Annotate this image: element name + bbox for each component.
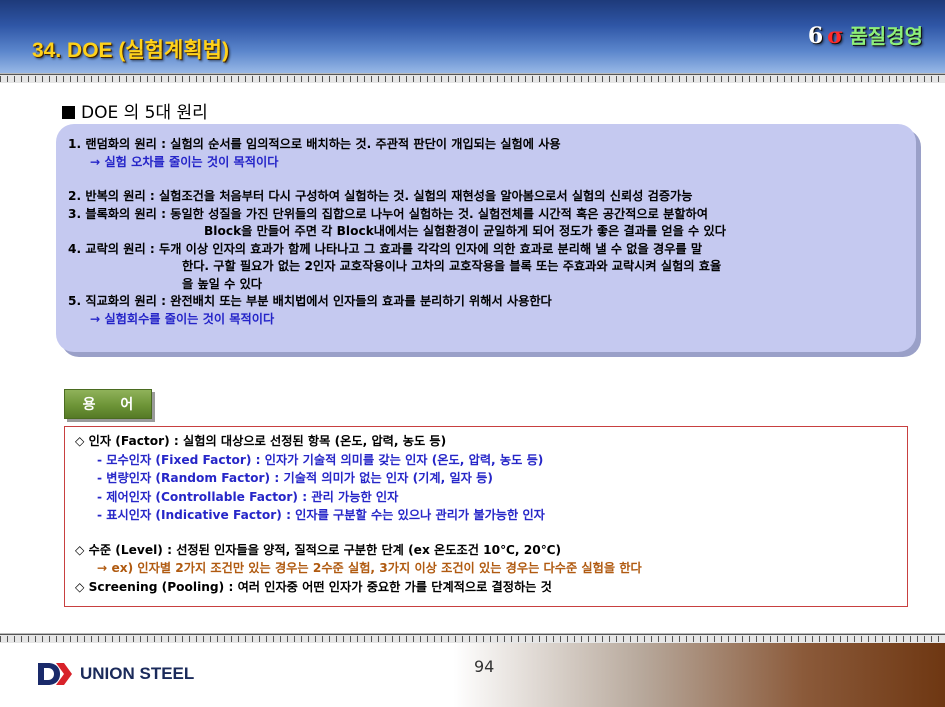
term-indicative-factor: - 표시인자 (Indicative Factor) : 인자를 구분할 수는 … [97,508,545,522]
term-screening: ◇ Screening (Pooling) : 여러 인자중 어떤 인자가 중요… [75,579,552,594]
company-logo: UNION STEEL [36,660,194,688]
brand-number: 6 [807,23,824,49]
principles-box: 1. 랜덤화의 원리 : 실험의 순서를 임의적으로 배치하는 것. 주관적 판… [56,124,916,352]
terms-box: ◇ 인자 (Factor) : 실험의 대상으로 선정된 항목 (온도, 압력,… [64,426,908,607]
brand-text: 품질경영 [849,24,923,48]
company-name: UNION STEEL [80,664,195,683]
brand-sigma: σ [827,23,844,49]
principle-5-note: → 실험회수를 줄이는 것이 목적이다 [90,311,275,326]
section-title-text: DOE 의 5대 원리 [81,103,208,123]
bottom-pattern-strip [0,633,945,643]
principle-5: 5. 직교화의 원리 : 완전배치 또는 부분 배치법에서 인자들의 효과를 분… [68,294,552,308]
principle-3-continued: Block을 만들어 주면 각 Block내에서는 실험환경이 균일하게 되어 … [204,224,726,238]
term-factor: ◇ 인자 (Factor) : 실험의 대상으로 선정된 항목 (온도, 압력,… [75,434,447,448]
principle-4-continued-2: 을 높일 수 있다 [182,276,263,291]
term-fixed-factor: - 모수인자 (Fixed Factor) : 인자가 기술적 의미를 갖는 인… [97,452,544,467]
page-number: 94 [474,657,495,676]
brand-six-sigma: 6 σ 품질경영 [808,20,923,49]
section-title: DOE 의 5대 원리 [62,98,208,123]
term-level: ◇ 수준 (Level) : 선정된 인자들을 양적, 질적으로 구분한 단계 … [75,542,562,557]
principle-1-note: → 실험 오차를 줄이는 것이 목적이다 [90,154,279,169]
principle-3: 3. 블록화의 원리 : 동일한 성질을 가진 단위들의 집합으로 나누어 실험… [68,206,708,221]
principle-4: 4. 교락의 원리 : 두개 이상 인자의 효과가 함께 나타나고 그 효과를 … [68,241,703,256]
union-steel-logo-icon [38,663,72,685]
term-random-factor: - 변량인자 (Random Factor) : 기술적 의미가 없는 인자 (… [97,471,493,485]
term-level-example: → ex) 인자별 2가지 조건만 있는 경우는 2수준 실험, 3가지 이상 … [97,561,642,575]
principle-4-continued-1: 한다. 구할 필요가 없는 2인자 교호작용이나 고차의 교호작용을 블록 또는… [182,259,722,273]
square-bullet-icon [62,106,75,119]
term-controllable-factor: - 제어인자 (Controllable Factor) : 관리 가능한 인자 [97,489,399,504]
page-title: 34. DOE (실험계획법) [32,39,229,62]
principle-2: 2. 반복의 원리 : 실험조건을 처음부터 다시 구성하여 실험하는 것. 실… [68,189,693,203]
principle-1: 1. 랜덤화의 원리 : 실험의 순서를 임의적으로 배치하는 것. 주관적 판… [68,137,561,151]
terms-label-button[interactable]: 용 어 [64,389,152,419]
top-pattern-strip [0,73,945,83]
